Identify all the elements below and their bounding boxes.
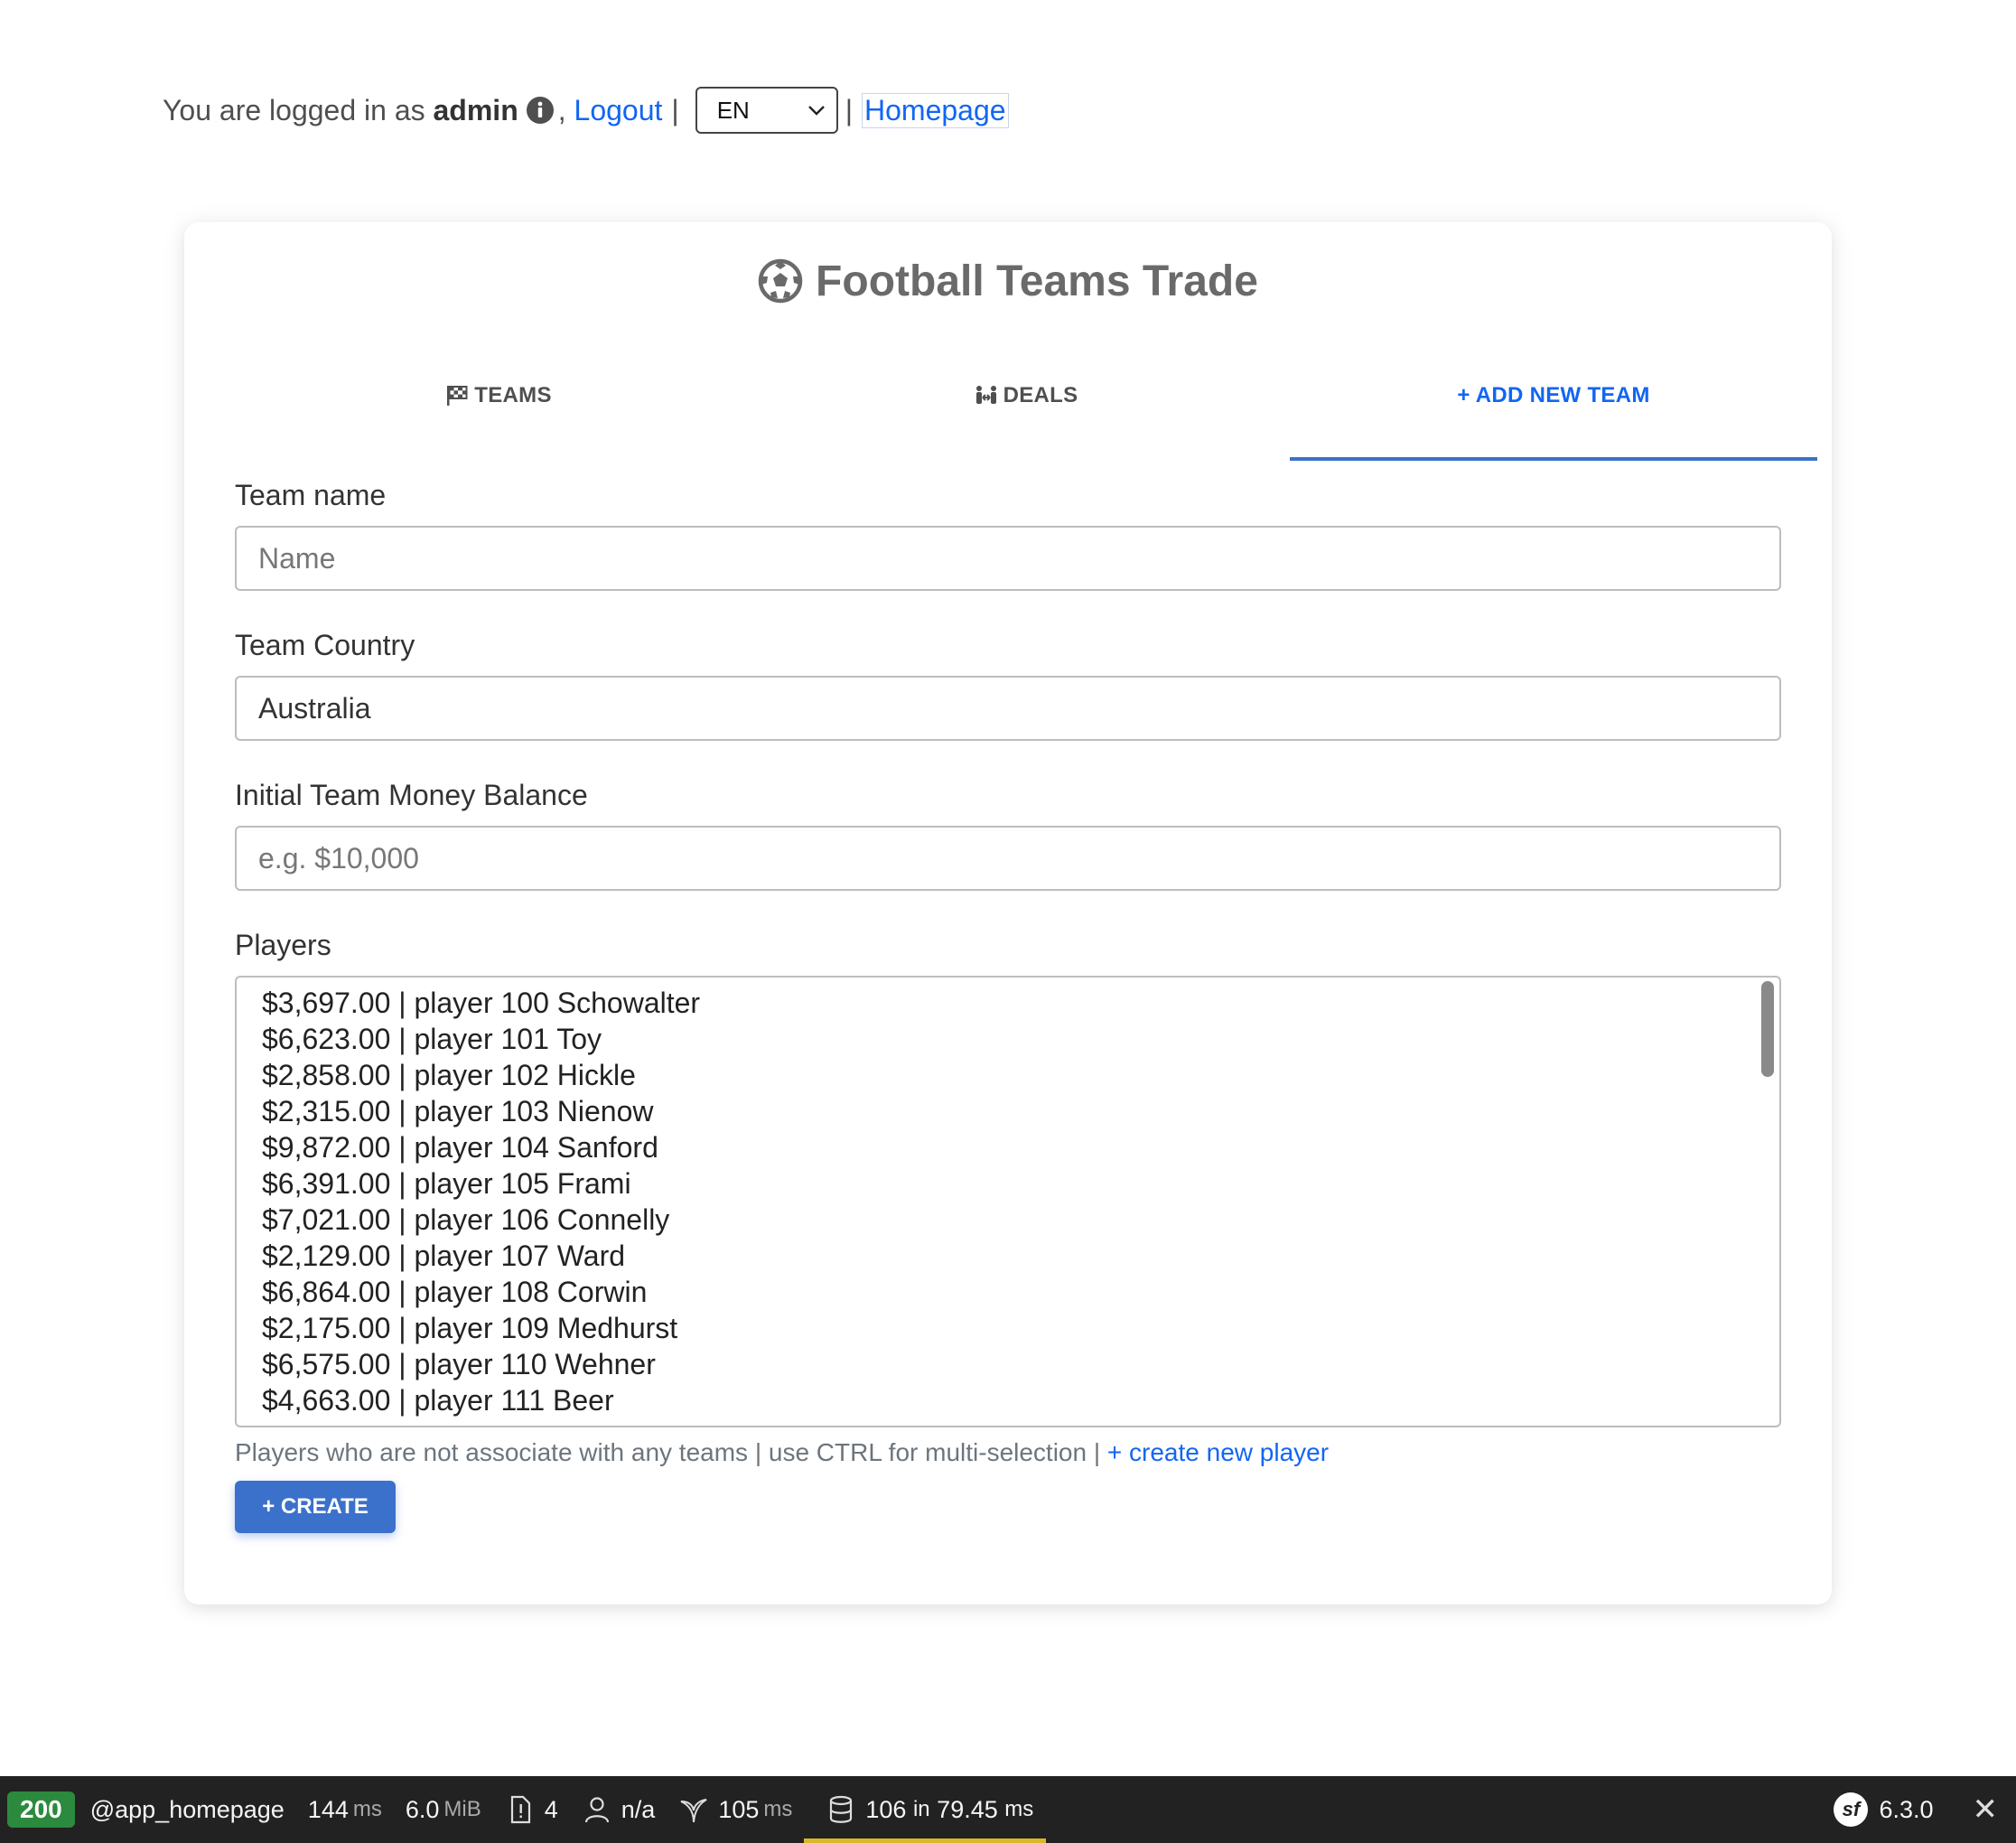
players-multiselect[interactable]: $3,697.00 | player 100 Schowalter $6,623… — [235, 976, 1781, 1427]
language-value: EN — [716, 96, 750, 124]
player-option[interactable]: $2,858.00 | player 102 Hickle — [262, 1057, 1779, 1093]
close-toolbar-button[interactable]: ✕ — [1946, 1792, 2016, 1828]
player-option[interactable]: $3,697.00 | player 100 Schowalter — [262, 985, 1779, 1021]
player-option[interactable]: $6,623.00 | player 101 Toy — [262, 1021, 1779, 1057]
player-option[interactable]: $6,575.00 | player 110 Wehner — [262, 1346, 1779, 1382]
team-name-label: Team name — [235, 479, 387, 511]
memory-value: 6.0 — [405, 1795, 440, 1823]
twig-leaf-icon — [680, 1799, 707, 1823]
twig-item[interactable]: 105 ms — [667, 1776, 804, 1843]
balance-placeholder: e.g. $10,000 — [258, 841, 419, 875]
football-icon — [758, 258, 803, 304]
team-card: Football Teams Trade TEAMS DEALS + ADD N… — [184, 222, 1832, 1604]
db-time: 79.45 — [937, 1795, 998, 1823]
team-name-placeholder: Name — [258, 541, 336, 575]
status-badge: 200 — [7, 1792, 75, 1828]
flag-checkered-icon — [447, 386, 468, 406]
team-name-input[interactable]: Name — [235, 526, 1781, 591]
players-label: Players — [235, 929, 331, 961]
player-option[interactable]: $2,129.00 | player 107 Ward — [262, 1238, 1779, 1274]
user-item[interactable]: n/a — [570, 1776, 667, 1843]
tab-bar: TEAMS DEALS + ADD NEW TEAM — [235, 334, 1817, 461]
balance-label: Initial Team Money Balance — [235, 779, 588, 811]
player-option[interactable]: $7,021.00 | player 106 Connelly — [262, 1202, 1779, 1238]
players-help-label: Players who are not associate with any t… — [235, 1438, 1101, 1466]
create-button[interactable]: + CREATE — [235, 1481, 396, 1533]
players-help-text: Players who are not associate with any t… — [235, 1435, 1781, 1471]
symfony-version: 6.3.0 — [1879, 1795, 1934, 1823]
twig-time: 105 — [718, 1795, 760, 1823]
chevron-down-icon — [807, 106, 825, 116]
user-bar: You are logged in as admin , Logout | EN… — [163, 87, 1009, 134]
memory-unit: MiB — [443, 1797, 481, 1821]
add-team-form: Team name Name Team Country Australia In… — [235, 477, 1781, 1471]
user-value: n/a — [621, 1795, 656, 1823]
player-option[interactable]: $2,315.00 | player 103 Nienow — [262, 1093, 1779, 1129]
db-in: in — [912, 1797, 930, 1821]
team-country-value: Australia — [258, 691, 371, 725]
status-code-item[interactable]: 200 — [0, 1776, 87, 1843]
time-item[interactable]: 144 ms — [296, 1776, 394, 1843]
logout-link[interactable]: Logout — [574, 94, 663, 127]
user-icon — [584, 1797, 609, 1823]
route-item[interactable]: @app_homepage — [87, 1776, 296, 1843]
username: admin — [433, 93, 518, 126]
separator: | — [845, 93, 854, 126]
team-country-label: Team Country — [235, 629, 415, 661]
tab-deals-label: DEALS — [1003, 383, 1078, 407]
team-country-input[interactable]: Australia — [235, 676, 1781, 741]
logs-item[interactable]: 4 — [493, 1776, 570, 1843]
player-option[interactable]: $2,175.00 | player 109 Medhurst — [262, 1310, 1779, 1346]
players-scrollbar[interactable] — [1761, 981, 1774, 1077]
tab-add-new-team[interactable]: + ADD NEW TEAM — [1290, 334, 1817, 461]
player-option[interactable]: $6,391.00 | player 105 Frami — [262, 1165, 1779, 1202]
player-option[interactable]: $4,663.00 | player 111 Beer — [262, 1382, 1779, 1418]
debug-toolbar: 200 @app_homepage 144 ms 6.0 MiB 4 n/a 105… — [0, 1776, 2016, 1843]
comma: , — [557, 93, 566, 126]
tab-teams[interactable]: TEAMS — [235, 334, 762, 461]
player-option[interactable]: $6,864.00 | player 108 Corwin — [262, 1274, 1779, 1310]
twig-unit: ms — [763, 1797, 793, 1821]
tab-deals[interactable]: DEALS — [762, 334, 1290, 461]
db-queries: 106 — [865, 1795, 907, 1823]
tab-teams-label: TEAMS — [474, 383, 552, 407]
language-select[interactable]: EN — [695, 87, 838, 134]
memory-item[interactable]: 6.0 MiB — [394, 1776, 493, 1843]
logs-count: 4 — [544, 1795, 558, 1823]
title-text: Football Teams Trade — [816, 257, 1258, 305]
create-new-player-link[interactable]: + create new player — [1107, 1438, 1329, 1466]
player-option[interactable]: $9,872.00 | player 104 Sanford — [262, 1129, 1779, 1165]
info-icon[interactable] — [526, 96, 555, 125]
separator: | — [671, 93, 679, 126]
database-icon — [830, 1795, 853, 1823]
time-value: 144 — [307, 1795, 349, 1823]
database-item[interactable]: 106 in 79.45 ms — [804, 1776, 1047, 1843]
balance-input[interactable]: e.g. $10,000 — [235, 826, 1781, 891]
log-file-icon — [510, 1795, 530, 1824]
time-unit: ms — [352, 1797, 382, 1821]
symfony-logo-icon: sf — [1834, 1792, 1869, 1827]
people-arrows-icon — [975, 386, 996, 404]
route-name: @app_homepage — [89, 1795, 285, 1823]
page-title: Football Teams Trade — [184, 249, 1832, 313]
tab-add-new-team-label: + ADD NEW TEAM — [1457, 383, 1650, 407]
symfony-version-item[interactable]: sf 6.3.0 — [1822, 1776, 1945, 1843]
homepage-link[interactable]: Homepage — [862, 92, 1009, 128]
db-unit: ms — [1004, 1797, 1034, 1821]
logged-in-text: You are logged in as — [163, 93, 425, 126]
